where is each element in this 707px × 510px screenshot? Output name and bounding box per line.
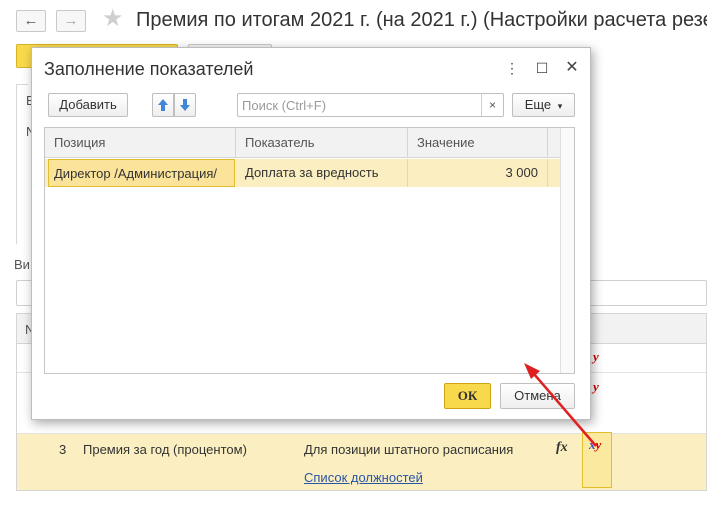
annotation-arrow (524, 363, 597, 447)
